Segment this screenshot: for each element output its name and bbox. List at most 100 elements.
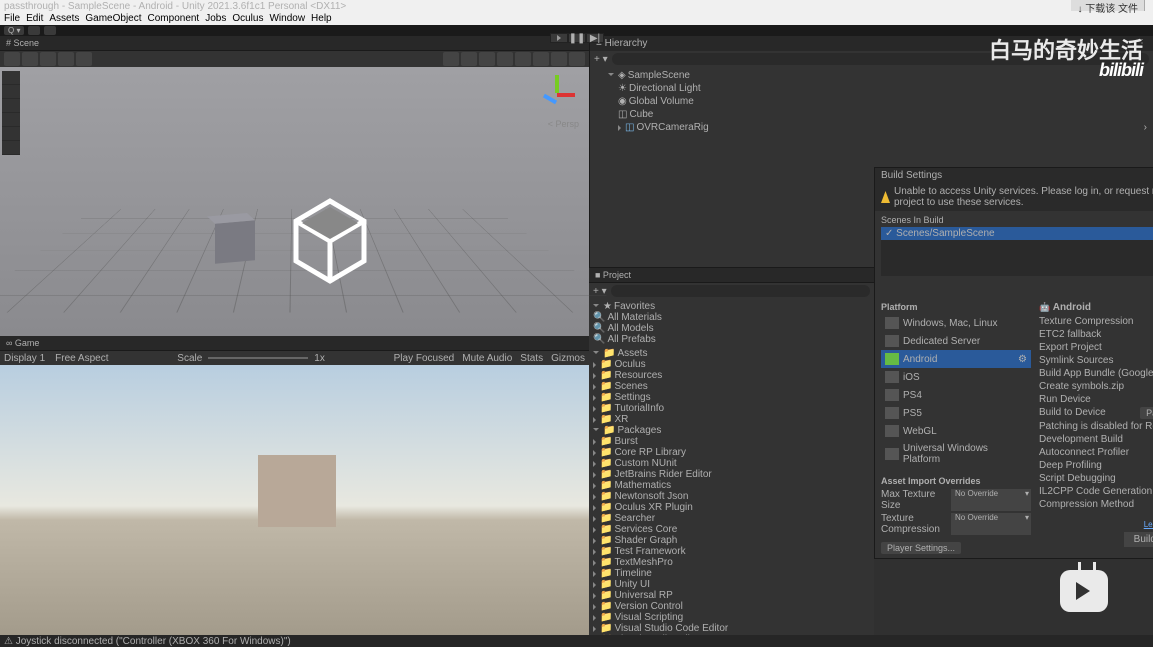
fx-toggle[interactable] [515, 52, 531, 66]
hierarchy-add-button[interactable]: + ▾ [594, 54, 608, 65]
pkg-7[interactable]: 📁 Searcher [591, 513, 872, 524]
scene-entry[interactable]: ✓ Scenes/SampleScene 0 [881, 227, 1153, 240]
cloud-icon[interactable] [28, 26, 40, 35]
assets-node[interactable]: 📁 Assets [591, 348, 872, 359]
cloud-build-link[interactable]: Learn about Unity Cloud Build [1144, 520, 1153, 529]
camera-toggle[interactable] [551, 52, 567, 66]
asset-oculus[interactable]: 📁 Oculus [591, 359, 872, 370]
pkg-13[interactable]: 📁 Unity UI [591, 579, 872, 590]
pkg-11[interactable]: 📁 TextMeshPro [591, 557, 872, 568]
tool-snap[interactable] [58, 52, 74, 66]
scene-tab[interactable]: # Scene [0, 36, 589, 51]
platform-uwp[interactable]: Universal Windows Platform [881, 440, 1031, 468]
warning-icon [881, 191, 890, 203]
pkg-2[interactable]: 📁 Custom NUnit [591, 458, 872, 469]
menu-assets[interactable]: Assets [49, 12, 79, 25]
play-focused[interactable]: Play Focused [394, 353, 455, 364]
project-search[interactable] [611, 285, 870, 297]
menu-file[interactable]: File [4, 12, 20, 25]
account-dropdown[interactable]: Q ▾ [4, 26, 24, 35]
stats-toggle[interactable]: Stats [520, 353, 543, 364]
status-message: ⚠ Joystick disconnected ("Controller (XB… [4, 636, 291, 647]
game-view [0, 365, 589, 647]
tool-pivot[interactable] [22, 52, 38, 66]
tool-grid[interactable] [40, 52, 56, 66]
pkg-3[interactable]: 📁 JetBrains Rider Editor [591, 469, 872, 480]
max-texture-dropdown[interactable]: No Override [951, 489, 1031, 511]
fav-materials[interactable]: 🔍 All Materials [591, 312, 872, 323]
tex-comp-override-dropdown[interactable]: No Override [951, 513, 1031, 535]
fav-models[interactable]: 🔍 All Models [591, 323, 872, 334]
project-tab[interactable]: ■ Project [589, 268, 874, 283]
asset-settings[interactable]: 📁 Settings [591, 392, 872, 403]
collab-icon[interactable] [44, 26, 56, 35]
android-target-label: Android [1053, 302, 1091, 313]
game-display[interactable]: Display 1 [4, 353, 45, 364]
play-button[interactable] [550, 33, 568, 43]
hierarchy-item-ovr[interactable]: ◫ OVRCameraRig› [594, 121, 1149, 134]
pkg-6[interactable]: 📁 Oculus XR Plugin [591, 502, 872, 513]
hierarchy-item-cube[interactable]: ◫ Cube [594, 108, 1149, 121]
pkg-10[interactable]: 📁 Test Framework [591, 546, 872, 557]
draw-mode[interactable] [443, 52, 459, 66]
packages-node[interactable]: 📁 Packages [591, 425, 872, 436]
menu-component[interactable]: Component [148, 12, 200, 25]
platform-dedicated[interactable]: Dedicated Server [881, 332, 1031, 350]
menu-help[interactable]: Help [311, 12, 332, 25]
asset-tutorial[interactable]: 📁 TutorialInfo [591, 403, 872, 414]
pkg-9[interactable]: 📁 Shader Graph [591, 535, 872, 546]
menu-oculus[interactable]: Oculus [232, 12, 263, 25]
tool-center[interactable] [4, 52, 20, 66]
asset-xr[interactable]: 📁 XR [591, 414, 872, 425]
scene-cube-object[interactable] [215, 220, 255, 263]
step-button[interactable]: ▶| [586, 33, 604, 43]
scale-slider[interactable] [208, 357, 308, 359]
game-aspect[interactable]: Free Aspect [55, 353, 108, 364]
platform-ps5[interactable]: PS5 [881, 404, 1031, 422]
orientation-gizmo[interactable] [537, 75, 577, 115]
pkg-14[interactable]: 📁 Universal RP [591, 590, 872, 601]
build-button[interactable]: Build ▾ [1124, 532, 1153, 547]
menu-window[interactable]: Window [269, 12, 305, 25]
menu-edit[interactable]: Edit [26, 12, 43, 25]
scene-list-area[interactable] [881, 240, 1153, 276]
asset-scenes[interactable]: 📁 Scenes [591, 381, 872, 392]
hierarchy-item-light[interactable]: ☀ Directional Light [594, 82, 1149, 95]
scene-view[interactable]: < Persp [0, 67, 589, 336]
gizmos-dropdown[interactable] [569, 52, 585, 66]
player-settings-button[interactable]: Player Settings... [881, 542, 961, 554]
tool-increment[interactable] [76, 52, 92, 66]
mute-audio[interactable]: Mute Audio [462, 353, 512, 364]
menu-jobs[interactable]: Jobs [205, 12, 226, 25]
perspective-label[interactable]: < Persp [548, 119, 579, 129]
pkg-8[interactable]: 📁 Services Core [591, 524, 872, 535]
pkg-15[interactable]: 📁 Version Control [591, 601, 872, 612]
platform-webgl[interactable]: WebGL [881, 422, 1031, 440]
hierarchy-item-volume[interactable]: ◉ Global Volume [594, 95, 1149, 108]
pkg-17[interactable]: 📁 Visual Studio Code Editor [591, 623, 872, 634]
pkg-1[interactable]: 📁 Core RP Library [591, 447, 872, 458]
pkg-12[interactable]: 📁 Timeline [591, 568, 872, 579]
platform-windows[interactable]: Windows, Mac, Linux [881, 314, 1031, 332]
fav-prefabs[interactable]: 🔍 All Prefabs [591, 334, 872, 345]
visibility-toggle[interactable] [533, 52, 549, 66]
platform-ios[interactable]: iOS [881, 368, 1031, 386]
download-button[interactable]: ↓ 下载该 文件 [1071, 0, 1145, 11]
warning-text: Unable to access Unity services. Please … [894, 186, 1153, 208]
pkg-5[interactable]: 📁 Newtonsoft Json [591, 491, 872, 502]
platform-ps4[interactable]: PS4 [881, 386, 1031, 404]
scene-node[interactable]: ◈ SampleScene [594, 69, 1149, 82]
pkg-16[interactable]: 📁 Visual Scripting [591, 612, 872, 623]
favorites-node[interactable]: ★ Favorites [591, 301, 872, 312]
game-tab[interactable]: ∞ Game [0, 336, 589, 351]
asset-resources[interactable]: 📁 Resources [591, 370, 872, 381]
pkg-4[interactable]: 📁 Mathematics [591, 480, 872, 491]
pause-button[interactable]: ❚❚ [568, 33, 586, 43]
pkg-0[interactable]: 📁 Burst [591, 436, 872, 447]
menu-gameobject[interactable]: GameObject [85, 12, 141, 25]
gizmos-toggle[interactable]: Gizmos [551, 353, 585, 364]
lighting-toggle[interactable] [479, 52, 495, 66]
platform-android[interactable]: Android⚙ [881, 350, 1031, 368]
2d-toggle[interactable] [461, 52, 477, 66]
audio-toggle[interactable] [497, 52, 513, 66]
